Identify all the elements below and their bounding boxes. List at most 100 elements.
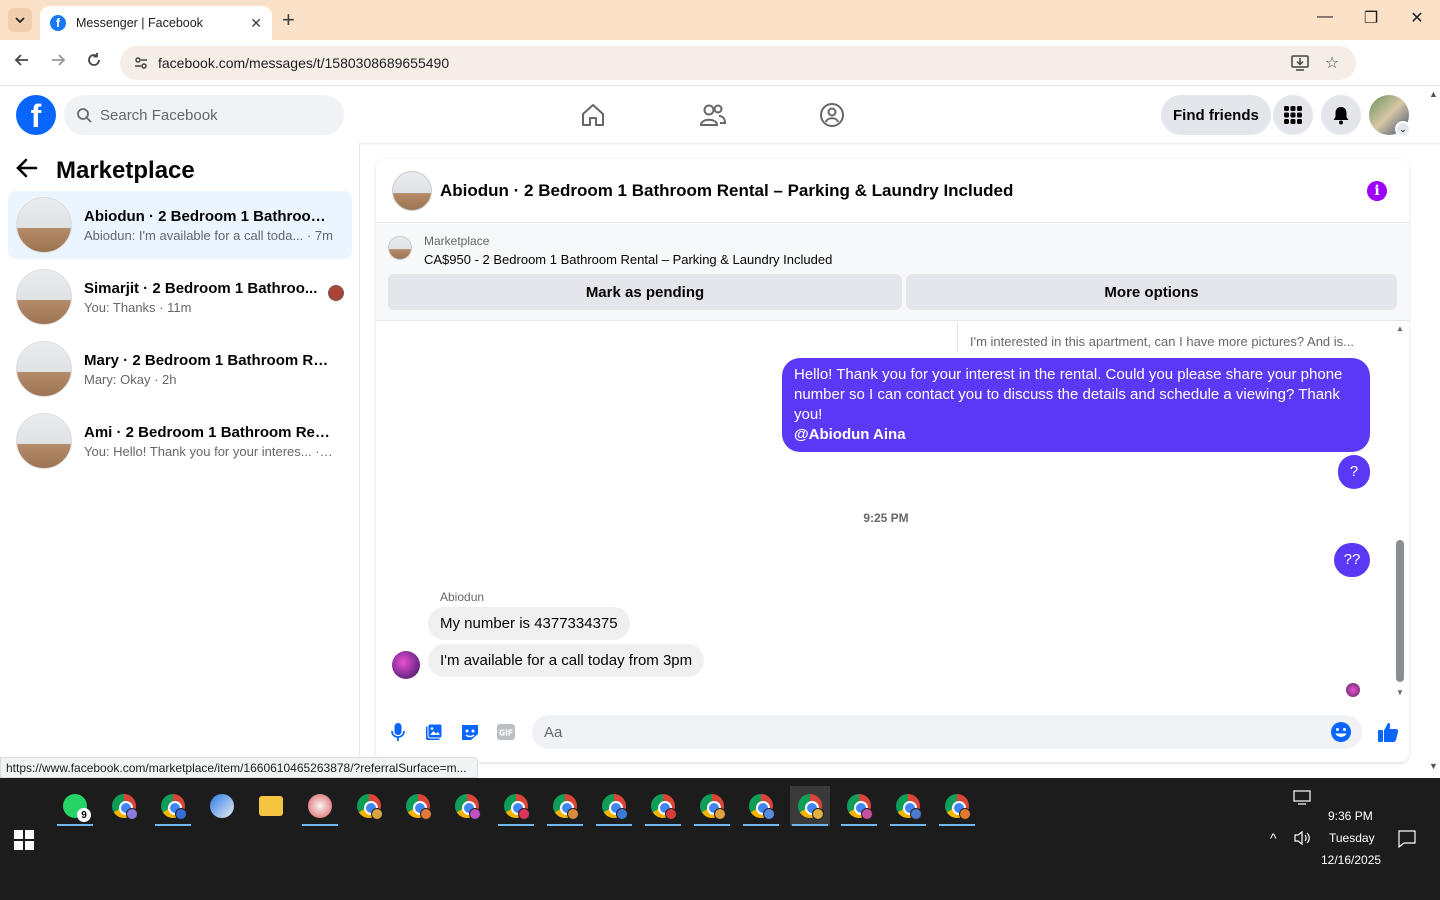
taskbar-chrome-3[interactable]	[349, 786, 389, 826]
grid-menu-icon	[1284, 106, 1302, 124]
browser-tab-messenger[interactable]: f Messenger | Facebook ✕	[40, 6, 272, 40]
conversation-preview: You: Hello! Thank you for your interes..…	[84, 443, 334, 459]
page-scrollbar[interactable]: ▲ ▼	[1428, 87, 1440, 777]
taskbar-chrome-4[interactable]	[398, 786, 438, 826]
facebook-logo-icon[interactable]: f	[16, 95, 56, 135]
thread-scrollbar[interactable]: ▲ ▼	[1395, 322, 1405, 702]
mention[interactable]: @Abiodun Aina	[794, 425, 1358, 445]
scroll-down-icon[interactable]: ▼	[1429, 761, 1438, 771]
listing-avatar[interactable]	[392, 170, 432, 211]
microphone-icon[interactable]	[388, 722, 408, 742]
tab-title: Messenger | Facebook	[76, 16, 203, 30]
volume-icon[interactable]	[1293, 830, 1311, 849]
taskbar-app-rocket[interactable]	[202, 786, 242, 826]
chevron-down-icon	[15, 17, 25, 24]
taskbar-chrome-7[interactable]	[545, 786, 585, 826]
previous-message-preview[interactable]: I'm interested in this apartment, can I …	[956, 322, 1366, 352]
taskbar-file-explorer[interactable]	[251, 786, 291, 826]
minimize-button[interactable]: —	[1313, 8, 1337, 26]
back-arrow-icon[interactable]	[16, 157, 46, 185]
conversation-item-ami[interactable]: Ami · 2 Bedroom 1 Bathroom Rent... You: …	[8, 407, 352, 475]
install-app-icon[interactable]	[1290, 53, 1310, 73]
photo-icon[interactable]	[424, 722, 444, 742]
restore-button[interactable]: ❐	[1359, 8, 1383, 28]
scroll-up-icon[interactable]: ▲	[1395, 324, 1405, 333]
reload-button[interactable]	[82, 52, 106, 73]
taskbar-chrome-1[interactable]	[104, 786, 144, 826]
taskbar-time[interactable]: 9:36 PM	[1328, 809, 1373, 823]
close-tab-icon[interactable]: ✕	[250, 15, 262, 32]
taskbar-whatsapp[interactable]: 9	[55, 786, 95, 826]
taskbar-chrome-9[interactable]	[643, 786, 683, 826]
message-input-field[interactable]	[532, 715, 1362, 749]
search-icon	[77, 108, 92, 123]
groups-icon	[820, 103, 844, 127]
message-input[interactable]	[544, 723, 1304, 741]
outgoing-message[interactable]: ??	[1334, 543, 1370, 577]
taskbar-chrome-6[interactable]	[496, 786, 536, 826]
listing-thumbnail[interactable]	[388, 236, 412, 260]
listing-title[interactable]: CA$950 - 2 Bedroom 1 Bathroom Rental – P…	[424, 252, 832, 267]
mark-as-pending-button[interactable]: Mark as pending	[388, 274, 902, 310]
chevron-up-icon[interactable]: ^	[1270, 830, 1277, 846]
tab-search-button[interactable]	[8, 8, 32, 32]
groups-nav-button[interactable]	[816, 99, 848, 131]
notification-center-icon[interactable]	[1398, 830, 1416, 851]
chat-title[interactable]: Abiodun · 2 Bedroom 1 Bathroom Rental – …	[440, 181, 1013, 201]
scroll-down-icon[interactable]: ▼	[1395, 688, 1405, 697]
windows-start-button[interactable]	[14, 830, 34, 850]
message-timestamp: 9:25 PM	[863, 511, 909, 525]
emoji-icon[interactable]	[1330, 721, 1352, 748]
account-avatar[interactable]: ⌄	[1369, 95, 1411, 137]
close-window-button[interactable]: ✕	[1405, 8, 1429, 28]
forward-button[interactable]	[46, 52, 70, 73]
conversation-item-simarjit[interactable]: Simarjit · 2 Bedroom 1 Bathroo... You: T…	[8, 263, 352, 331]
arrow-left-icon	[14, 54, 28, 66]
scroll-up-icon[interactable]: ▲	[1429, 89, 1438, 99]
incoming-message[interactable]: My number is 4377334375	[428, 607, 630, 640]
search-input[interactable]	[100, 106, 320, 124]
conversation-item-abiodun[interactable]: Abiodun · 2 Bedroom 1 Bathroom ... Abiod…	[8, 191, 352, 259]
home-nav-button[interactable]	[577, 99, 609, 131]
back-button[interactable]	[10, 52, 34, 73]
scrollbar-thumb[interactable]	[1396, 540, 1404, 682]
new-tab-button[interactable]: +	[282, 8, 295, 32]
message-composer: GIF	[376, 710, 1409, 754]
taskbar-chrome-8[interactable]	[594, 786, 634, 826]
facebook-search[interactable]	[64, 95, 344, 135]
thumbs-up-icon[interactable]	[1376, 720, 1400, 744]
chevron-down-icon: ⌄	[1395, 121, 1411, 137]
taskbar-chrome-2[interactable]	[153, 786, 193, 826]
more-options-button[interactable]: More options	[906, 274, 1397, 310]
friends-nav-button[interactable]	[697, 99, 729, 131]
desktop-icon[interactable]	[1293, 790, 1311, 809]
taskbar-chrome-12[interactable]	[839, 786, 879, 826]
menu-button[interactable]	[1273, 95, 1313, 135]
sender-avatar[interactable]	[392, 651, 420, 679]
gif-icon[interactable]: GIF	[496, 722, 516, 742]
bookmark-star-icon[interactable]: ☆	[1322, 53, 1342, 73]
incoming-message[interactable]: I'm available for a call today from 3pm	[428, 644, 705, 677]
taskbar-chrome-10[interactable]	[692, 786, 732, 826]
conversation-preview: Abiodun: I'm available for a call toda..…	[84, 227, 333, 243]
taskbar-chrome-5[interactable]	[447, 786, 487, 826]
address-bar[interactable]: facebook.com/messages/t/1580308689655490…	[120, 46, 1356, 80]
site-settings-icon[interactable]	[130, 52, 152, 74]
taskbar-chrome-11[interactable]	[741, 786, 781, 826]
status-bar-url: https://www.facebook.com/marketplace/ite…	[0, 757, 478, 778]
taskbar-chrome-active[interactable]	[790, 786, 830, 826]
outgoing-message[interactable]: Hello! Thank you for your interest in th…	[782, 358, 1370, 452]
taskbar-paint[interactable]	[300, 786, 340, 826]
info-icon[interactable]: i	[1367, 181, 1387, 201]
outgoing-message[interactable]: ?	[1338, 455, 1370, 489]
find-friends-button[interactable]: Find friends	[1161, 95, 1271, 135]
conversation-item-mary[interactable]: Mary · 2 Bedroom 1 Bathroom Ren... Mary:…	[8, 335, 352, 403]
listing-thumbnail	[16, 413, 72, 469]
notifications-button[interactable]	[1321, 95, 1361, 135]
taskbar-date[interactable]: 12/16/2025	[1321, 853, 1381, 867]
sticker-icon[interactable]	[460, 722, 480, 742]
svg-text:GIF: GIF	[499, 729, 513, 738]
taskbar-chrome-14[interactable]	[937, 786, 977, 826]
taskbar-chrome-13[interactable]	[888, 786, 928, 826]
facebook-header: f Find friends ⌄	[0, 87, 1440, 143]
